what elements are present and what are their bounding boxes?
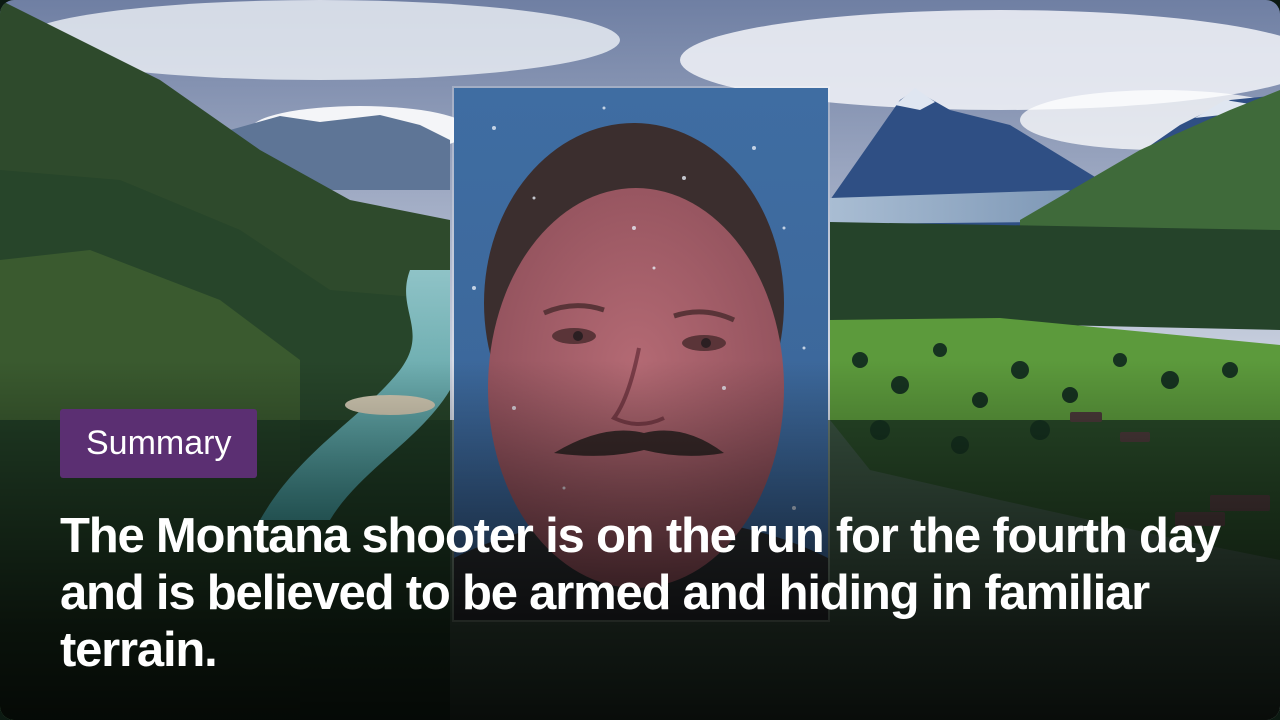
headline: The Montana shooter is on the run for th… [60,509,1221,677]
summary-card: Summary The Montana shooter is on the ru… [0,0,1280,720]
summary-tag: Summary [60,409,258,478]
